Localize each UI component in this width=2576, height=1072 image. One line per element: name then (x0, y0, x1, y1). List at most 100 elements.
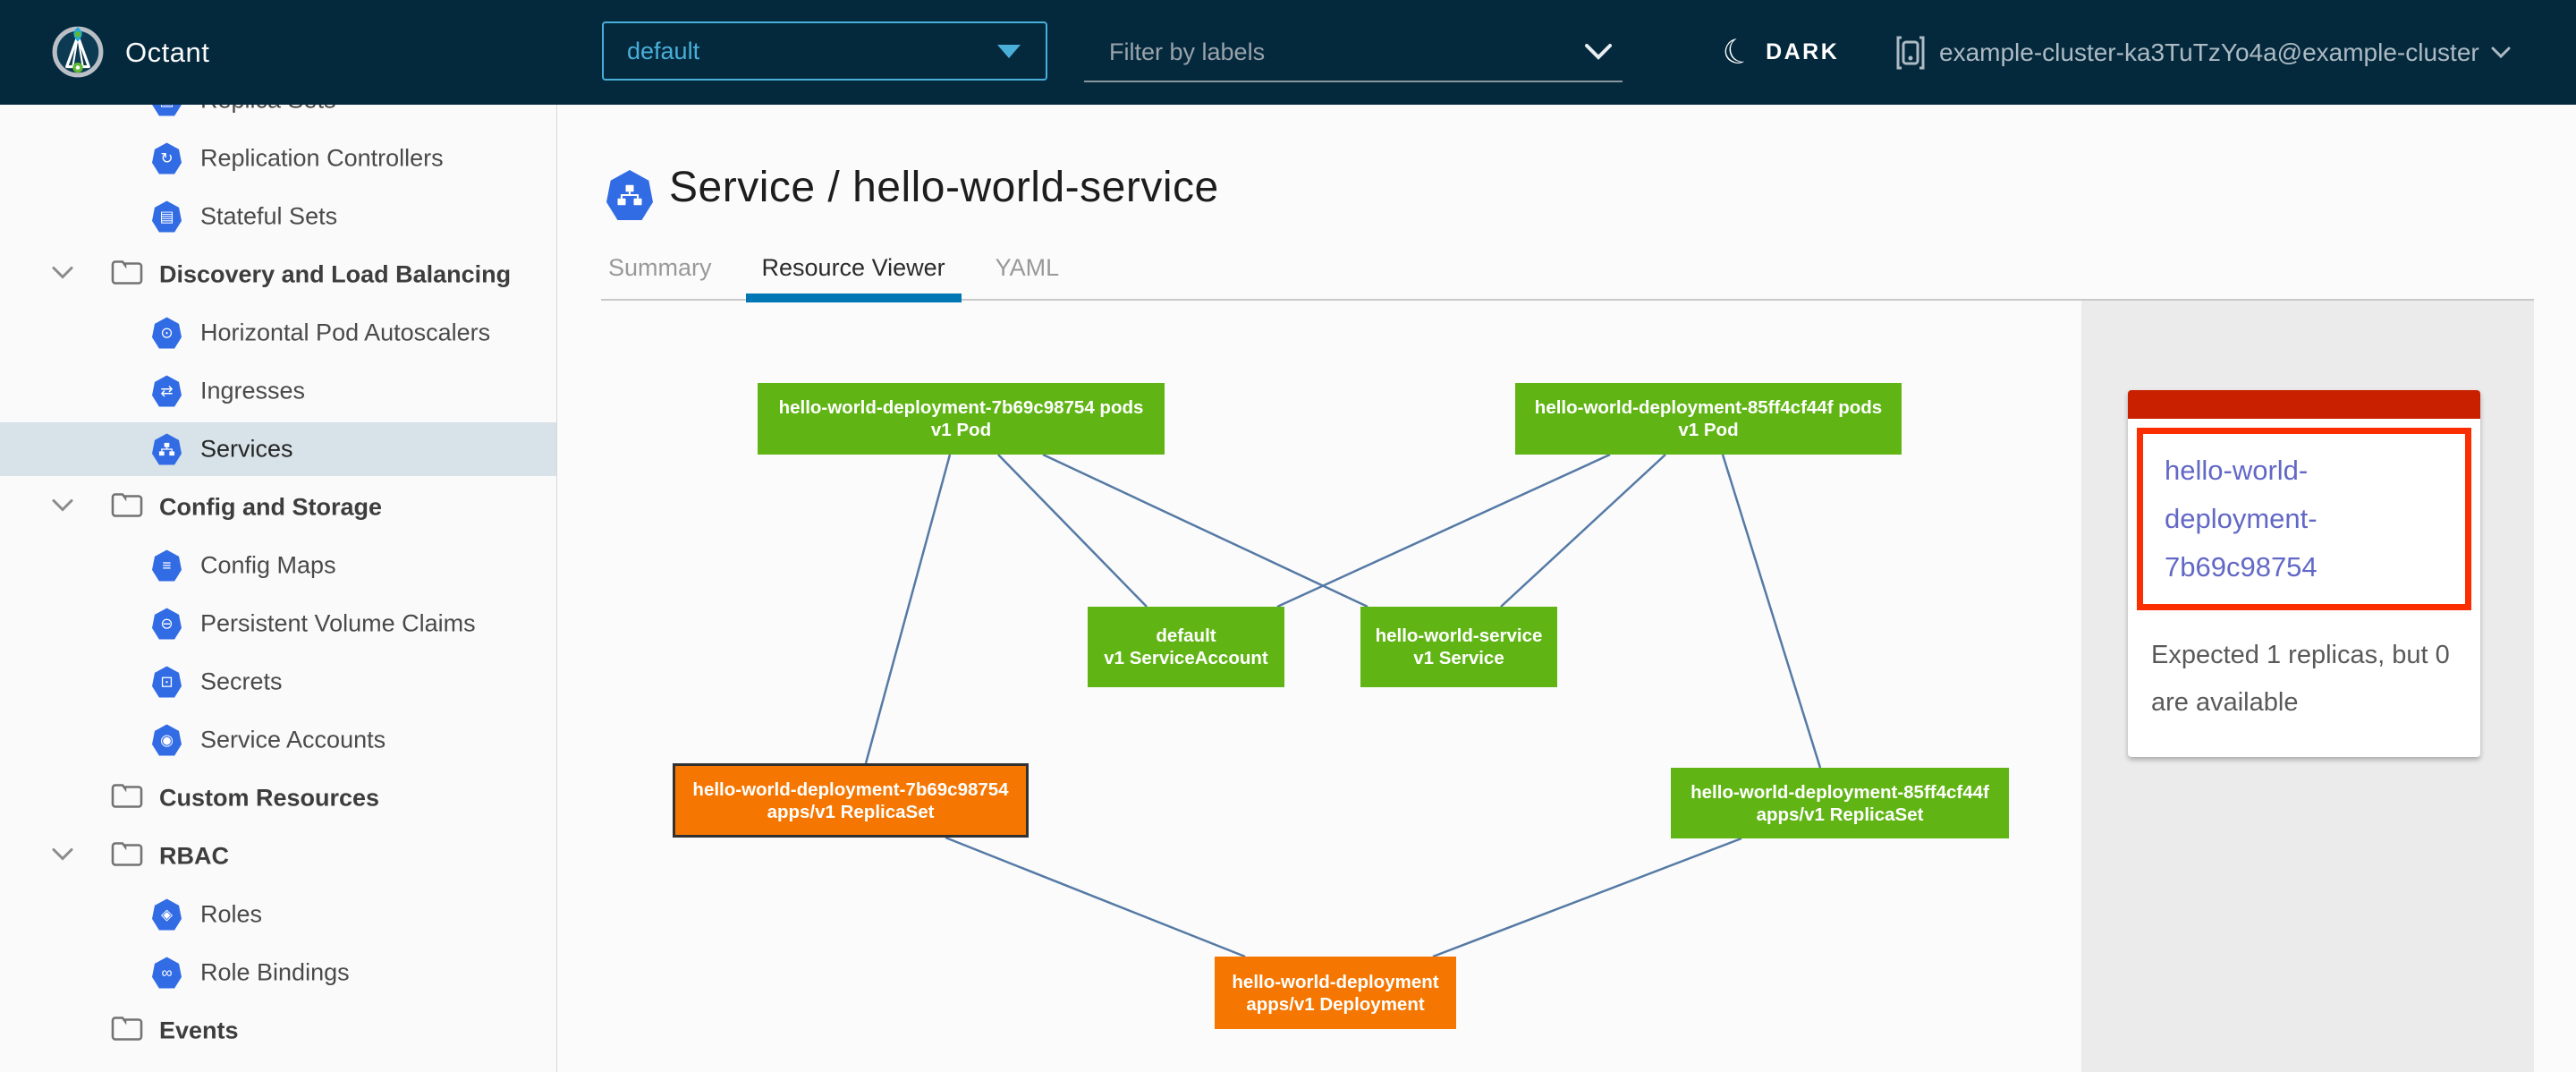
moon-icon: ☾ (1718, 31, 1758, 73)
ingresses-icon: ⇄ (152, 376, 182, 407)
node-label-line: hello-world-deployment-85ff4cf44f pods (1535, 396, 1882, 419)
secrets-icon: ⊡ (152, 667, 182, 698)
roles-icon: ◈ (152, 899, 182, 931)
tab-summary[interactable]: Summary (592, 252, 728, 286)
cluster-icon (1894, 34, 1927, 72)
graph-edge-pod2-service (1501, 455, 1665, 607)
graph-node-pod2[interactable]: hello-world-deployment-85ff4cf44f podsv1… (1515, 383, 1902, 455)
node-label-line: hello-world-deployment-7b69c98754 pods (779, 396, 1144, 419)
graph-node-service[interactable]: hello-world-servicev1 Service (1360, 607, 1557, 687)
namespace-dropdown-value: default (604, 38, 997, 65)
tab-bar: Summary Resource Viewer YAML (592, 252, 1075, 286)
replica-sets-icon: ▣ (152, 105, 182, 116)
persistent-volume-claims-icon: ⊖ (152, 608, 182, 640)
highlighted-resource-box: hello-world-deployment-7b69c98754 (2137, 428, 2471, 610)
sidebar-item-persistent-volume-claims[interactable]: ⊖ Persistent Volume Claims (0, 597, 556, 651)
graph-edge-pod1-service (1043, 455, 1368, 607)
tab-resource-viewer[interactable]: Resource Viewer (746, 252, 962, 286)
status-bar-error (2128, 390, 2480, 419)
sidebar-item-replica-sets[interactable]: ▣ Replica Sets (0, 105, 556, 127)
sidebar-item-label: Horizontal Pod Autoscalers (200, 319, 490, 347)
node-label-line: default (1156, 625, 1216, 647)
sidebar-item-rbac[interactable]: RBAC (0, 830, 556, 883)
sidebar-item-label: Config and Storage (159, 494, 382, 522)
theme-toggle-label: DARK (1766, 39, 1839, 65)
node-label-line: v1 ServiceAccount (1104, 647, 1267, 669)
namespace-dropdown[interactable]: default (602, 21, 1047, 81)
node-label-line: v1 Pod (1678, 419, 1738, 441)
folder-icon (111, 493, 143, 523)
sidebar-item-events[interactable]: Events (0, 1004, 556, 1058)
graph-node-service-account[interactable]: defaultv1 ServiceAccount (1088, 607, 1284, 687)
sidebar-item-secrets[interactable]: ⊡Secrets (0, 655, 556, 709)
sidebar-item-config-and-storage[interactable]: Config and Storage (0, 481, 556, 534)
node-label-line: v1 Service (1413, 647, 1504, 669)
resource-detail-panel: hello-world-deployment-7b69c98754 Expect… (2081, 301, 2534, 1072)
caret-down-icon[interactable] (50, 847, 75, 867)
tab-yaml[interactable]: YAML (979, 252, 1076, 286)
graph-node-deployment[interactable]: hello-world-deploymentapps/v1 Deployment (1215, 957, 1456, 1029)
app-title: Octant (125, 0, 209, 105)
node-label-line: apps/v1 Deployment (1246, 993, 1424, 1016)
sidebar-item-custom-resources[interactable]: Custom Resources (0, 771, 556, 825)
sidebar-item-label: Replica Sets (200, 105, 336, 115)
sidebar-item-ingresses[interactable]: ⇄Ingresses (0, 364, 556, 418)
replication-controllers-icon: ↻ (152, 143, 182, 174)
sidebar-item-label: RBAC (159, 843, 229, 871)
sidebar-item-label: Stateful Sets (200, 203, 337, 231)
cluster-context-label: example-cluster-ka3TuTzYo4a@example-clus… (1939, 38, 2479, 67)
sidebar-navigation: ▣ Replica Sets ↻Replication Controllers ▤ St… (0, 105, 557, 1072)
sidebar-item-label: Roles (200, 901, 262, 929)
sidebar-item-replication-controllers[interactable]: ↻Replication Controllers (0, 132, 556, 185)
sidebar-item-service-accounts[interactable]: ◉Service Accounts (0, 713, 556, 767)
theme-toggle-button[interactable]: ☾ DARK (1723, 0, 1839, 105)
sidebar-item-stateful-sets[interactable]: ▤ Stateful Sets (0, 190, 556, 243)
status-message: Expected 1 replicas, but 0 are available (2128, 619, 2480, 757)
cluster-context-switcher[interactable]: example-cluster-ka3TuTzYo4a@example-clus… (1894, 0, 2512, 105)
octant-app: Octant default Filter by labels ☾ DARK e… (0, 0, 2576, 1072)
sidebar-item-services[interactable]: Services (0, 422, 556, 476)
caret-down-icon[interactable] (50, 498, 75, 518)
header-bar: Octant default Filter by labels ☾ DARK e… (0, 0, 2576, 105)
stateful-sets-icon: ▤ (152, 201, 182, 233)
folder-icon (111, 784, 143, 813)
sidebar-item-config-maps[interactable]: ≡Config Maps (0, 539, 556, 592)
services-icon (152, 434, 182, 465)
sidebar-item-label: Custom Resources (159, 785, 379, 813)
resource-link[interactable]: hello-world-deployment-7b69c98754 (2165, 447, 2444, 591)
service-kind-icon (606, 170, 653, 220)
sidebar-item-label: Events (159, 1017, 239, 1045)
sidebar-item-role-bindings[interactable]: ∞Role Bindings (0, 946, 556, 1000)
node-label-line: hello-world-deployment (1232, 971, 1438, 993)
label-filter-input[interactable]: Filter by labels (1084, 23, 1623, 82)
sidebar-item-horizontal-pod-autoscalers[interactable]: ⊙Horizontal Pod Autoscalers (0, 306, 556, 360)
node-label-line: hello-world-deployment-7b69c98754 (692, 778, 1008, 801)
service-accounts-icon: ◉ (152, 725, 182, 756)
label-filter-placeholder: Filter by labels (1084, 38, 1583, 66)
dropdown-caret-icon (997, 45, 1021, 58)
sidebar-item-label: Discovery and Load Balancing (159, 261, 511, 289)
graph-edge-pod1-replica-set-1 (866, 455, 950, 763)
graph-edge-replica-set-1-deployment (945, 838, 1245, 957)
graph-node-replica-set-1[interactable]: hello-world-deployment-7b69c98754apps/v1… (673, 763, 1029, 838)
sidebar-item-discovery-and-load-balancing[interactable]: Discovery and Load Balancing (0, 248, 556, 302)
sidebar-item-roles[interactable]: ◈ Roles (0, 888, 556, 941)
graph-edge-pod2-service-account (1277, 455, 1610, 607)
graph-node-replica-set-2[interactable]: hello-world-deployment-85ff4cf44fapps/v1… (1671, 768, 2009, 838)
sidebar-item-label: Config Maps (200, 552, 336, 580)
caret-down-icon[interactable] (50, 265, 75, 285)
folder-icon (111, 260, 143, 290)
graph-edge-pod2-replica-set-2 (1723, 455, 1820, 768)
sidebar-item-label: Persistent Volume Claims (200, 610, 476, 638)
node-label-line: hello-world-deployment-85ff4cf44f (1690, 781, 1989, 804)
resource-status-card: hello-world-deployment-7b69c98754 Expect… (2128, 390, 2480, 757)
node-label-line: v1 Pod (931, 419, 991, 441)
sidebar-item-label: Services (200, 436, 293, 464)
graph-node-pod1[interactable]: hello-world-deployment-7b69c98754 podsv1… (758, 383, 1165, 455)
sidebar-item-label: Role Bindings (200, 959, 350, 987)
chevron-down-icon (2490, 46, 2512, 60)
folder-icon (111, 1017, 143, 1046)
node-label-line: apps/v1 ReplicaSet (767, 801, 935, 823)
folder-icon (111, 842, 143, 872)
octant-logo-icon (50, 24, 106, 80)
